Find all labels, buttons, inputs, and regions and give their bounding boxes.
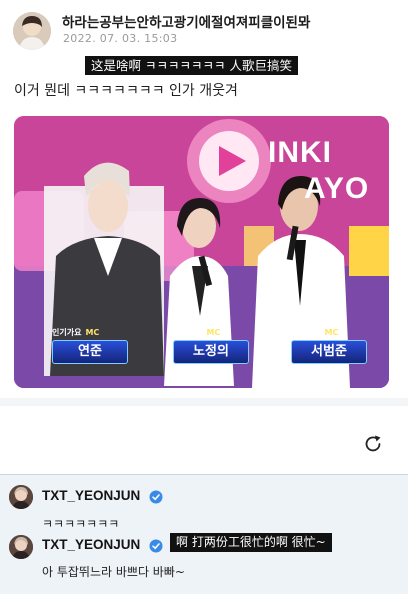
post-author-name[interactable]: 하라는공부는안하고광기에절여져피클이된뫄 <box>62 11 310 31</box>
post-body-text: 이거 뭔데 ㅋㅋㅋㅋㅋㅋㅋ 인가 개웃겨 <box>14 83 238 99</box>
post-image[interactable]: INKI AYO 인기가요 MC 연준 인기가요 MC 노정의 인기가요 MC 서범준 <box>14 116 389 388</box>
mc-badge-2: 인기가요 MC 노정의 <box>173 327 253 364</box>
translation-subtitle: 啊 打两份工很忙的啊 很忙~ <box>170 533 332 552</box>
mc-badge-3: 인기가요 MC 서범준 <box>291 327 371 364</box>
comment-panel: TXT_YEONJUN ㅋㅋㅋㅋㅋㅋㅋ TXT_YEONJUN 啊 打两份工很忙… <box>0 474 408 594</box>
commenter-name[interactable]: TXT_YEONJUN <box>42 537 140 552</box>
mc-role-label: MC <box>85 328 100 337</box>
section-divider <box>0 398 408 406</box>
show-logo-line2: AYO <box>304 172 370 205</box>
mc-name: 서범준 <box>291 340 367 364</box>
translation-subtitle: 这是啥啊 ㅋㅋㅋㅋㅋㅋㅋ 人歌巨搞笑 <box>85 56 298 75</box>
mc-name: 연준 <box>52 340 128 364</box>
mc-program-label: 인기가요 <box>173 328 203 337</box>
post-timestamp: 2022. 07. 03. 15:03 <box>63 32 178 45</box>
show-logo-line1: INKI <box>268 136 332 169</box>
mc-badge-1: 인기가요 MC 연준 <box>52 327 132 364</box>
mc-role-label: MC <box>206 328 221 337</box>
verified-badge-icon <box>149 489 163 504</box>
mc-role-label: MC <box>324 328 339 337</box>
commenter-avatar[interactable] <box>9 535 33 559</box>
mc-program-label: 인기가요 <box>291 328 321 337</box>
commenter-name[interactable]: TXT_YEONJUN <box>42 488 140 503</box>
comment-text: 아 투잡뛰느라 바쁘다 바빠~ <box>42 565 185 579</box>
author-avatar[interactable] <box>13 12 51 50</box>
mc-program-label: 인기가요 <box>52 328 82 337</box>
commenter-avatar[interactable] <box>9 485 33 509</box>
refresh-icon[interactable] <box>362 433 384 455</box>
comment-text: ㅋㅋㅋㅋㅋㅋㅋ <box>42 517 120 531</box>
mc-name: 노정의 <box>173 340 249 364</box>
verified-badge-icon <box>149 538 163 553</box>
